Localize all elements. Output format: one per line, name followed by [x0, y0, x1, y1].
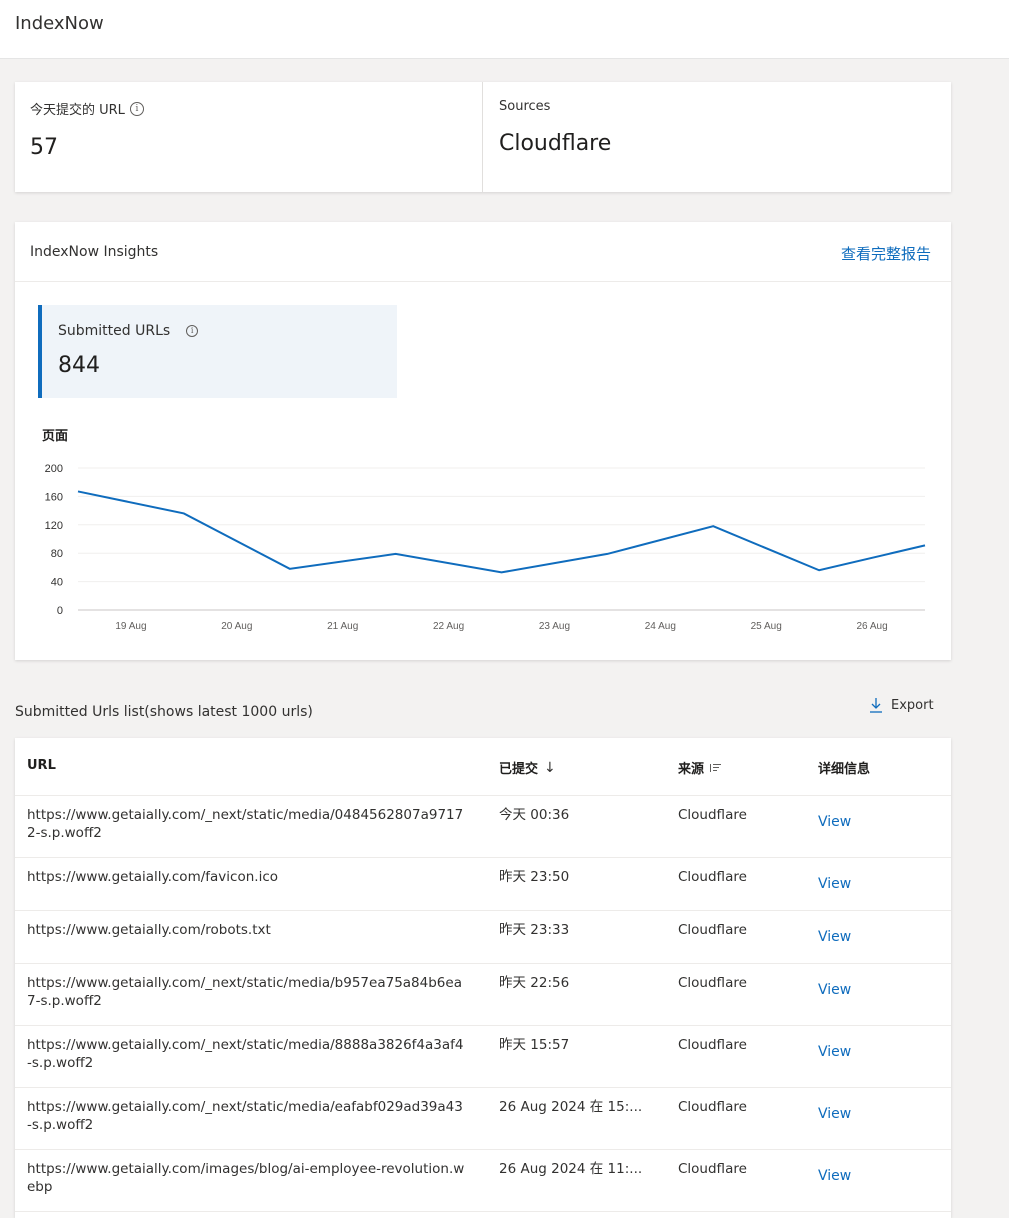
insights-header: IndexNow Insights 查看完整报告 [15, 222, 951, 282]
submitted-urls-line-chart: 0 40 80 120 160 200 19 Aug 20 Aug 21 Aug 22 Aug 23… [45, 463, 928, 632]
source-cell: Cloudflare [678, 869, 747, 885]
stat-today-value: 57 [30, 135, 58, 160]
metric-label: Submitted URLs [58, 323, 171, 339]
stat-sources: Sources Cloudflare [483, 82, 951, 192]
list-title: Submitted Urls list(shows latest 1000 ur… [15, 704, 313, 720]
y-tick-label: 0 [57, 605, 63, 617]
table-row: https://www.getaially.com/_next/static/m… [15, 795, 951, 858]
metric-value: 844 [58, 353, 100, 378]
url-cell: https://www.getaially.com/_next/static/m… [27, 975, 462, 1009]
metric-label-row: Submitted URLs i [58, 323, 199, 339]
stat-sources-label: Sources [499, 99, 551, 114]
url-cell: https://www.getaially.com/_next/static/m… [27, 807, 464, 841]
submitted-urls-metric[interactable]: Submitted URLs i 844 [38, 305, 397, 398]
table-row: https://www.getaially.com/_next/static/m… [15, 963, 951, 1026]
table-row: https://www.getaially.com/favicon.ico 昨天 … [15, 857, 951, 911]
data-point[interactable] [181, 510, 187, 516]
app-title: IndexNow [15, 13, 104, 34]
x-tick-label: 22 Aug [433, 621, 464, 632]
stat-today-label: 今天提交的 URL [30, 103, 125, 118]
data-point[interactable] [393, 551, 399, 557]
submitted-cell: 昨天 22:56 [499, 975, 570, 991]
info-icon[interactable]: i [186, 325, 199, 337]
x-tick-label: 26 Aug [856, 621, 887, 632]
x-tick-label: 25 Aug [751, 621, 782, 632]
column-source-label: 来源 [678, 762, 705, 777]
view-link[interactable]: View [818, 928, 851, 946]
x-tick-label: 24 Aug [645, 621, 676, 632]
column-header-url[interactable]: URL [27, 758, 56, 773]
column-details-label: 详细信息 [818, 762, 871, 777]
submitted-cell: 今天 00:36 [499, 807, 570, 823]
y-tick-label: 40 [51, 577, 63, 589]
full-report-link[interactable]: 查看完整报告 [841, 243, 931, 264]
table-row: https://www.getaially.com/images/blog/ai… [15, 1149, 951, 1212]
view-link[interactable]: View [818, 875, 851, 893]
url-cell: https://www.getaially.com/_next/static/m… [27, 1037, 464, 1071]
column-header-submitted[interactable]: 已提交 ↓ [499, 758, 556, 778]
data-point[interactable] [604, 551, 610, 557]
source-cell: Cloudflare [678, 1037, 747, 1053]
submitted-cell: 26 Aug 2024 在 11:... [499, 1161, 643, 1177]
submitted-cell: 26 Aug 2024 在 15:... [499, 1099, 643, 1115]
column-url-label: URL [27, 758, 56, 773]
table-header: URL 已提交 ↓ 来源 详细信息 [15, 738, 951, 796]
data-point[interactable] [75, 488, 81, 494]
view-link[interactable]: View [818, 813, 851, 831]
export-button[interactable]: Export [869, 697, 934, 713]
url-cell: https://www.getaially.com/_next/static/m… [27, 1099, 463, 1133]
column-header-details: 详细信息 [818, 758, 870, 777]
source-cell: Cloudflare [678, 1099, 747, 1115]
y-tick-label: 160 [45, 491, 63, 503]
url-cell: https://www.getaially.com/favicon.ico [27, 869, 278, 885]
source-cell: Cloudflare [678, 975, 747, 991]
download-icon [870, 698, 882, 713]
y-tick-label: 200 [45, 463, 63, 475]
x-tick-label: 23 Aug [539, 621, 570, 632]
data-point[interactable] [816, 567, 822, 573]
submitted-cell: 昨天 15:57 [499, 1037, 570, 1053]
urls-table: URL 已提交 ↓ 来源 详细信息 https://www.getaially.… [15, 738, 951, 1218]
data-point[interactable] [710, 523, 716, 529]
insights-title: IndexNow Insights [30, 244, 159, 260]
column-submitted-label: 已提交 [499, 762, 539, 777]
insights-card: IndexNow Insights 查看完整报告 Submitted URLs … [15, 222, 951, 660]
table-row: https://www.getaially.com/_next/static/m… [15, 1087, 951, 1150]
stat-sources-value: Cloudflare [499, 131, 612, 156]
view-link[interactable]: View [818, 1043, 851, 1061]
series-line [77, 490, 926, 574]
source-cell: Cloudflare [678, 807, 747, 823]
submitted-cell: 昨天 23:50 [499, 869, 570, 885]
sort-icon [710, 763, 722, 773]
url-cell: https://www.getaially.com/images/blog/ai… [27, 1161, 465, 1195]
view-link[interactable]: View [818, 1105, 851, 1123]
table-row: https://www.getaially.com/robots.txt 昨天 2… [15, 910, 951, 964]
y-tick-label: 80 [51, 548, 63, 560]
column-header-source[interactable]: 来源 [678, 758, 722, 777]
source-cell: Cloudflare [678, 1161, 747, 1177]
export-label: Export [891, 697, 934, 713]
source-cell: Cloudflare [678, 922, 747, 938]
view-link[interactable]: View [818, 981, 851, 999]
x-tick-label: 19 Aug [115, 621, 146, 632]
data-point[interactable] [922, 542, 928, 548]
stat-today-submitted: 今天提交的 URL i 57 [15, 82, 483, 192]
table-row: https://www.getaially.com/_next/static/m… [15, 1025, 951, 1088]
stats-card: 今天提交的 URL i 57 Sources Cloudflare [15, 82, 951, 192]
url-cell: https://www.getaially.com/robots.txt [27, 922, 271, 938]
stat-today-label-row: 今天提交的 URL i [30, 99, 144, 118]
data-point[interactable] [287, 566, 293, 572]
view-link[interactable]: View [818, 1167, 851, 1185]
y-tick-label: 120 [45, 520, 63, 532]
top-bar: IndexNow [0, 0, 1009, 59]
x-tick-label: 20 Aug [221, 621, 252, 632]
data-point[interactable] [499, 569, 505, 575]
submitted-cell: 昨天 23:33 [499, 922, 570, 938]
x-tick-label: 21 Aug [327, 621, 358, 632]
sort-descending-icon: ↓ [544, 759, 556, 776]
info-icon[interactable]: i [129, 101, 144, 116]
